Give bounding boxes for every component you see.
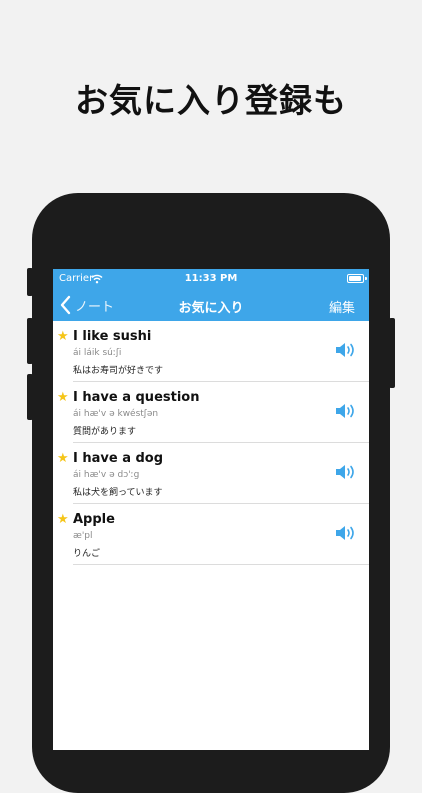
favorites-list: ★ I like sushi ái láik súːʃi 私はお寿司が好きです …: [53, 321, 369, 565]
list-item[interactable]: ★ I have a question ái hæ'v ə kwéstʃən 質…: [53, 382, 369, 443]
pronunciation-text: ái hæ'v ə dɔ'ːg: [73, 470, 140, 480]
status-bar: Carrier 11:33 PM: [53, 269, 369, 289]
translation-text: 私は犬を飼っています: [73, 488, 163, 498]
edit-button[interactable]: 編集: [329, 297, 355, 316]
translation-text: りんご: [73, 549, 101, 559]
speaker-icon[interactable]: [334, 463, 356, 481]
app-screen: Carrier 11:33 PM ノート お気に入り 編集 ★ I like s…: [53, 269, 369, 750]
phrase-text: I like sushi: [73, 329, 152, 344]
promo-headline: お気に入り登録も: [75, 81, 347, 120]
battery-level-fill: [349, 276, 361, 281]
pronunciation-text: æ'pl: [73, 531, 93, 541]
speaker-icon[interactable]: [334, 402, 356, 420]
list-item[interactable]: ★ Apple æ'pl りんご: [53, 504, 369, 565]
nav-title: お気に入り: [178, 301, 244, 316]
pronunciation-text: ái láik súːʃi: [73, 348, 122, 358]
list-item[interactable]: ★ I have a dog ái hæ'v ə dɔ'ːg 私は犬を飼っていま…: [53, 443, 369, 504]
navigation-bar: ノート お気に入り 編集: [53, 289, 369, 321]
battery-tip: [365, 277, 367, 280]
pronunciation-text: ái hæ'v ə kwéstʃən: [73, 409, 159, 419]
list-item[interactable]: ★ I like sushi ái láik súːʃi 私はお寿司が好きです: [53, 321, 369, 382]
translation-text: 私はお寿司が好きです: [73, 366, 164, 376]
phrase-text: I have a dog: [73, 451, 164, 466]
speaker-icon[interactable]: [334, 341, 356, 359]
star-icon: ★: [57, 451, 69, 466]
phrase-text: Apple: [73, 512, 115, 527]
translation-text: 質問があります: [73, 427, 137, 437]
star-icon: ★: [57, 390, 69, 405]
battery-icon: [347, 274, 364, 283]
phrase-text: I have a question: [73, 390, 200, 405]
status-time: 11:33 PM: [184, 273, 238, 284]
speaker-icon[interactable]: [334, 524, 356, 542]
star-icon: ★: [57, 329, 69, 344]
star-icon: ★: [57, 512, 69, 527]
